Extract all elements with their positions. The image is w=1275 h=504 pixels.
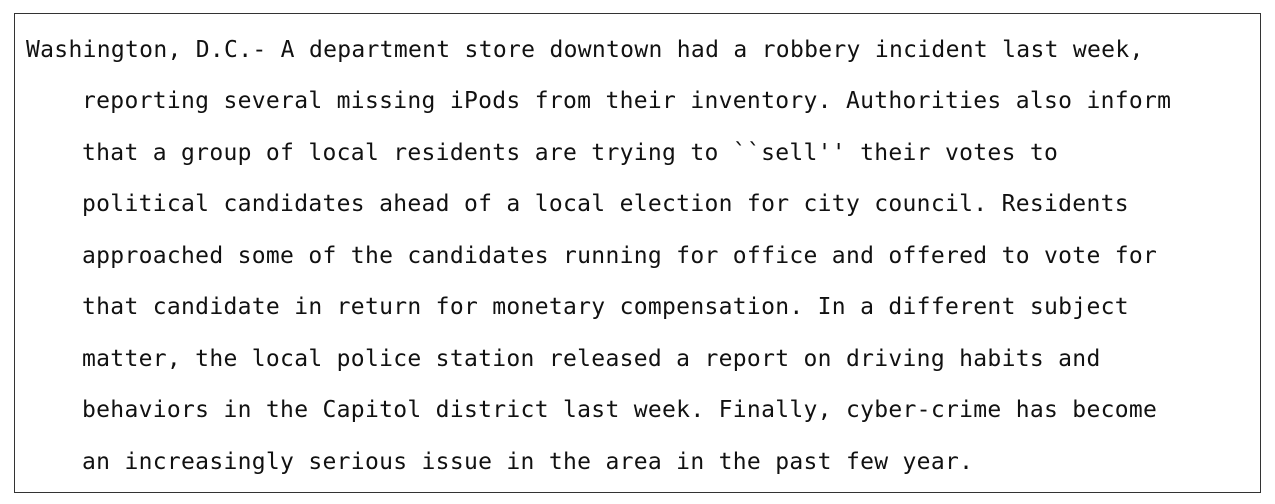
- article-line-1: Washington, D.C.- A department store dow…: [26, 37, 1144, 63]
- article-line-8: behaviors in the Capitol district last w…: [82, 397, 1158, 423]
- article-line-7: matter, the local police station release…: [82, 346, 1101, 372]
- article-line-4: political candidates ahead of a local el…: [82, 191, 1129, 217]
- article-line-6: that candidate in return for monetary co…: [82, 294, 1129, 320]
- article-text-box: Washington, D.C.- A department store dow…: [14, 13, 1261, 493]
- article-line-9: an increasingly serious issue in the are…: [82, 449, 974, 475]
- article-line-2: reporting several missing iPods from the…: [82, 88, 1172, 114]
- article-line-3: that a group of local residents are tryi…: [82, 140, 1059, 166]
- article-line-5: approached some of the candidates runnin…: [82, 243, 1158, 269]
